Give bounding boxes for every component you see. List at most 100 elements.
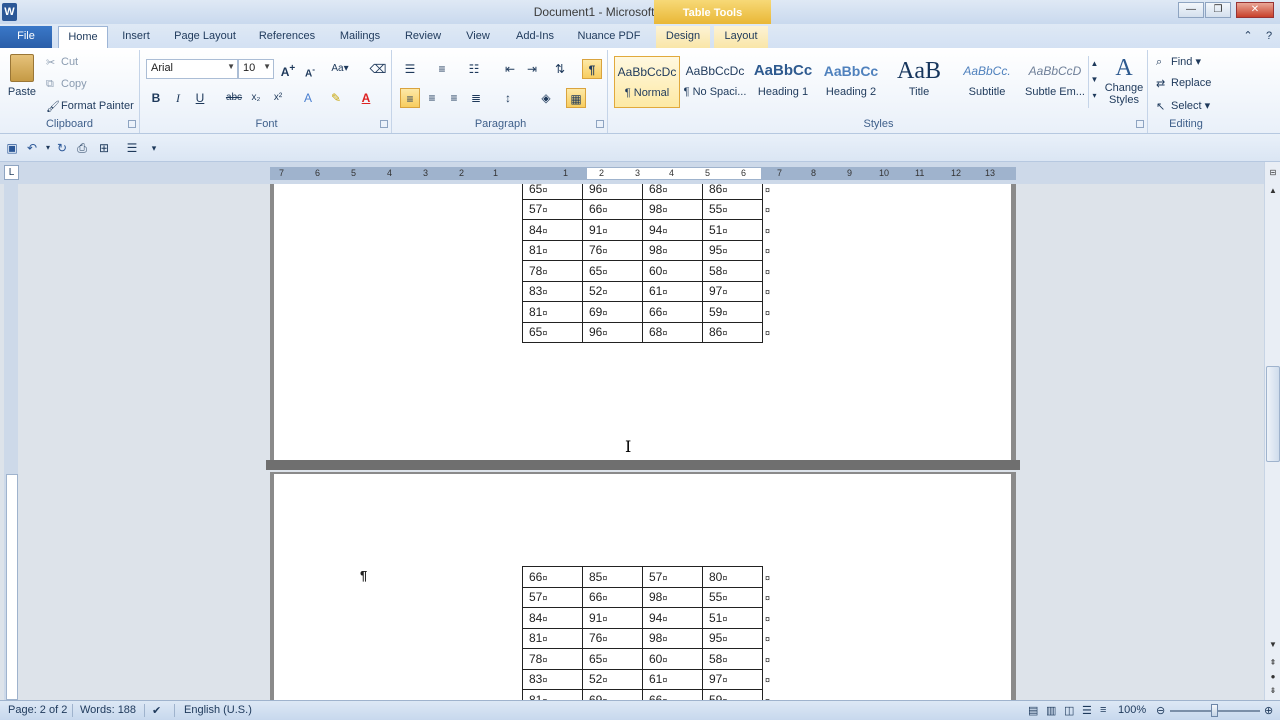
zoom-slider-thumb[interactable]	[1211, 704, 1218, 717]
table-cell[interactable]: 65¤	[582, 260, 643, 282]
close-button[interactable]: ✕	[1236, 2, 1274, 18]
replace-button[interactable]: ⇄ Replace	[1156, 77, 1211, 90]
table-cell[interactable]: 68¤	[642, 184, 703, 200]
align-left-icon[interactable]: ≡	[400, 88, 420, 108]
next-page-icon[interactable]: ⇟	[1266, 684, 1280, 698]
strikethrough-button[interactable]: abc	[224, 88, 244, 108]
shrink-font-button[interactable]: A-	[300, 59, 320, 79]
tab-page-layout[interactable]: Page Layout	[168, 26, 242, 48]
browse-object-icon[interactable]: ●	[1266, 670, 1280, 684]
table-cell[interactable]: 95¤	[702, 627, 763, 649]
table-cell[interactable]: 58¤	[702, 648, 763, 670]
save-icon[interactable]: ▣	[4, 140, 20, 156]
table-cell[interactable]: 86¤	[702, 184, 763, 200]
style-heading-1[interactable]: AaBbCc Heading 1	[750, 56, 816, 108]
view-ruler-icon[interactable]: ⊟	[1266, 166, 1280, 180]
table-cell[interactable]: 59¤	[702, 301, 763, 323]
style-normal[interactable]: AaBbCcDc ¶ Normal	[614, 56, 680, 108]
shading-icon[interactable]: ◈	[536, 88, 556, 108]
table-cell[interactable]: 61¤	[642, 280, 703, 302]
tab-design[interactable]: Design	[656, 26, 710, 48]
highlight-icon[interactable]: ✎	[326, 88, 346, 108]
change-styles-button[interactable]: A Change Styles	[1104, 54, 1144, 106]
table-cell[interactable]: 57¤	[522, 198, 583, 220]
tab-review[interactable]: Review	[398, 26, 448, 48]
table-cell[interactable]: 83¤	[522, 280, 583, 302]
subscript-button[interactable]: x₂	[246, 88, 266, 108]
paragraph-launcher-icon[interactable]	[596, 120, 604, 128]
font-launcher-icon[interactable]	[380, 120, 388, 128]
draft-view-icon[interactable]: ≡	[1100, 704, 1106, 716]
table-cell[interactable]: 55¤	[702, 586, 763, 608]
print-layout-view-icon[interactable]: ▤	[1028, 704, 1038, 717]
table-cell[interactable]: 60¤	[642, 648, 703, 670]
table-cell[interactable]: 78¤	[522, 648, 583, 670]
vertical-ruler[interactable]	[4, 184, 18, 700]
web-layout-icon[interactable]: ◫	[1064, 704, 1074, 717]
vertical-scrollbar[interactable]: ⊟ ▲ ▼ ⇞ ● ⇟	[1264, 162, 1280, 700]
cut-button[interactable]: ✂ Cut	[46, 56, 78, 69]
table-cell[interactable]: 52¤	[582, 668, 643, 690]
restore-button[interactable]: ❐	[1205, 2, 1231, 18]
table-cell[interactable]: 96¤	[582, 184, 643, 200]
font-color-icon[interactable]: A	[356, 88, 376, 108]
table-cell[interactable]: 94¤	[642, 219, 703, 241]
scrollbar-thumb[interactable]	[1266, 366, 1280, 462]
style-no-spacing[interactable]: AaBbCcDc ¶ No Spaci...	[682, 56, 748, 108]
page-1[interactable]: 65¤ 96¤ 68¤ 86¤ ¤ 57¤ 66¤ 98¤ 55¤ ¤ 84¤ 91¤ 94¤ 51¤ ¤ 8…	[270, 184, 1016, 460]
styles-gallery-more-icon[interactable]: ▲ ▼ ▾	[1088, 56, 1100, 108]
tab-mailings[interactable]: Mailings	[332, 26, 388, 48]
style-subtitle[interactable]: AaBbCc. Subtitle	[954, 56, 1020, 108]
superscript-button[interactable]: x²	[268, 88, 288, 108]
data-table-page-2[interactable]: 66¤ 85¤ 57¤ 80¤ ¤ 57¤ 66¤ 98¤ 55¤ ¤ 84¤ 91¤ 94¤ 51¤ ¤ 8…	[522, 566, 775, 700]
font-name-combo[interactable]: Arial ▼	[146, 59, 238, 79]
tab-references[interactable]: References	[252, 26, 322, 48]
tab-selector-icon[interactable]: L	[4, 165, 19, 180]
bullets-icon[interactable]: ☰	[400, 59, 420, 79]
table-cell[interactable]: 66¤	[582, 586, 643, 608]
page-count[interactable]: Page: 2 of 2	[8, 704, 67, 716]
zoom-level[interactable]: 100%	[1118, 704, 1146, 716]
align-center-icon[interactable]: ≡	[422, 88, 442, 108]
show-hide-marks-icon[interactable]: ¶	[582, 59, 602, 79]
italic-button[interactable]: I	[168, 88, 188, 108]
table-cell[interactable]: 58¤	[702, 260, 763, 282]
change-case-button[interactable]: Aa▾	[330, 59, 350, 79]
table-cell[interactable]: 66¤	[642, 301, 703, 323]
multilevel-list-icon[interactable]: ☷	[464, 59, 484, 79]
align-right-icon[interactable]: ≡	[444, 88, 464, 108]
font-size-combo[interactable]: 10 ▼	[238, 59, 274, 79]
format-painter-button[interactable]: 🖌Format Painter	[46, 100, 134, 113]
undo-icon[interactable]: ↶	[24, 140, 40, 156]
table-cell[interactable]: 97¤	[702, 668, 763, 690]
tab-insert[interactable]: Insert	[114, 26, 158, 48]
table-cell[interactable]: 98¤	[642, 627, 703, 649]
table-cell[interactable]: 98¤	[642, 239, 703, 261]
table-cell[interactable]: 98¤	[642, 586, 703, 608]
language[interactable]: English (U.S.)	[184, 704, 252, 716]
style-heading-2[interactable]: AaBbCc Heading 2	[818, 56, 884, 108]
clipboard-launcher-icon[interactable]	[128, 120, 136, 128]
table-cell[interactable]: 55¤	[702, 198, 763, 220]
redo-icon[interactable]: ↻	[54, 140, 70, 156]
table-cell[interactable]: 81¤	[522, 627, 583, 649]
table-cell[interactable]: 76¤	[582, 627, 643, 649]
print-preview-icon[interactable]: ⎙	[74, 140, 90, 156]
table-cell[interactable]: 78¤	[522, 260, 583, 282]
table-cell[interactable]: 57¤	[642, 566, 703, 588]
increase-indent-icon[interactable]: ⇥	[522, 59, 542, 79]
customize-qat-icon[interactable]: ▾	[146, 140, 162, 156]
tab-add-ins[interactable]: Add-Ins	[508, 26, 562, 48]
table-cell[interactable]: 59¤	[702, 689, 763, 700]
table-cell[interactable]: 66¤	[522, 566, 583, 588]
sort-icon[interactable]: ⇅	[550, 59, 570, 79]
table-cell[interactable]: 60¤	[642, 260, 703, 282]
table-cell[interactable]: 80¤	[702, 566, 763, 588]
tab-file[interactable]: File	[0, 26, 52, 48]
underline-button[interactable]: U	[190, 88, 210, 108]
table-cell[interactable]: 81¤	[522, 239, 583, 261]
decrease-indent-icon[interactable]: ⇤	[500, 59, 520, 79]
table-cell[interactable]: 96¤	[582, 321, 643, 343]
style-subtle-emphasis[interactable]: AaBbCcD Subtle Em...	[1022, 56, 1088, 108]
help-icon[interactable]: ?	[1260, 26, 1278, 48]
